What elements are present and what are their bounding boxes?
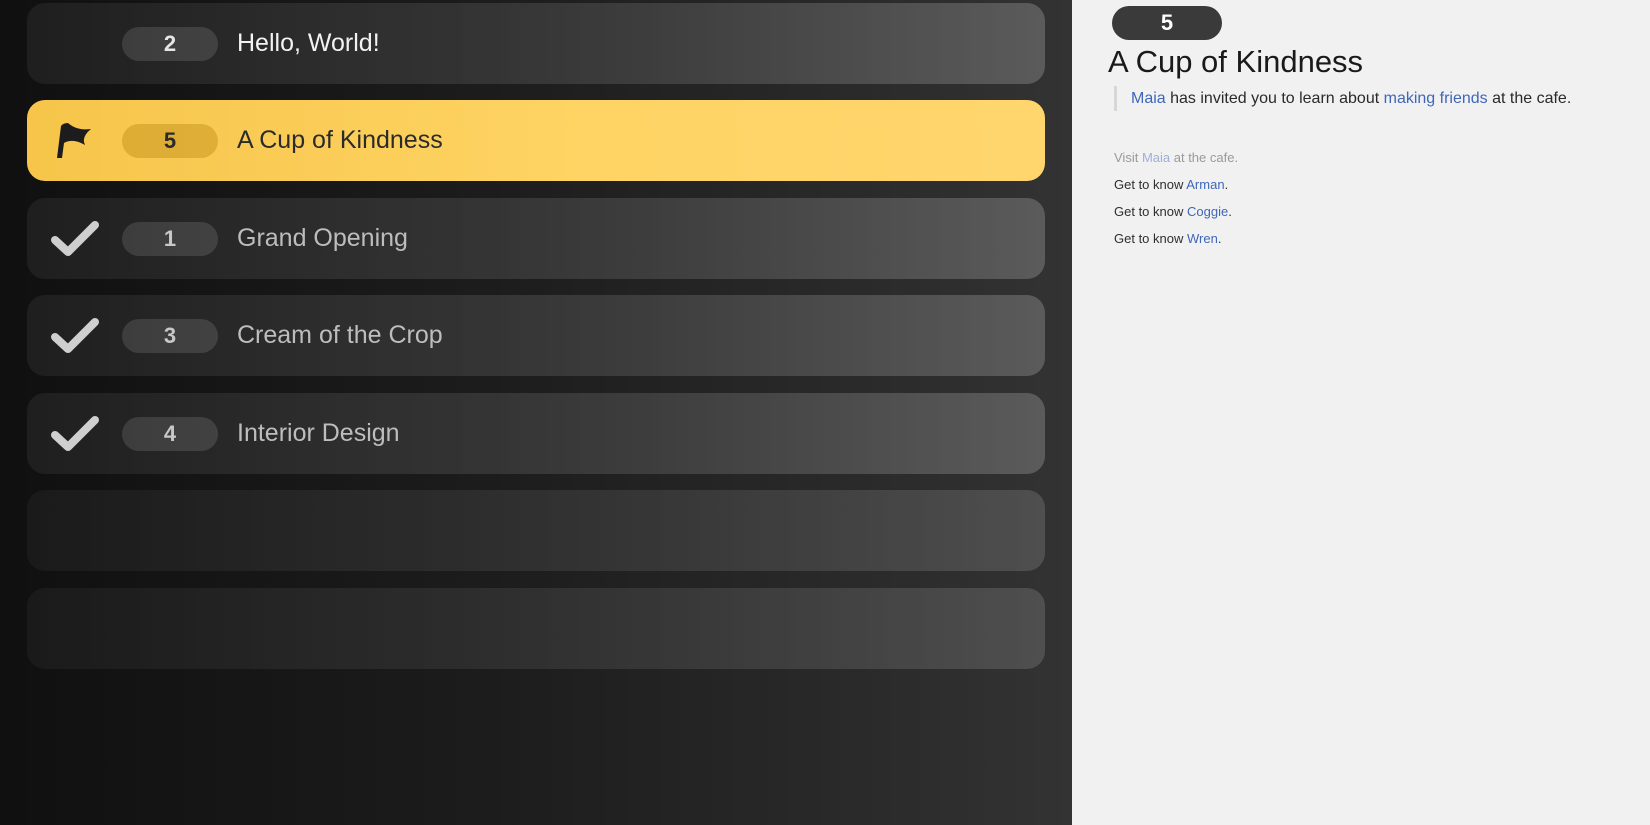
objective-item: Get to know Arman. xyxy=(1114,175,1238,202)
quest-title: A Cup of Kindness xyxy=(237,126,443,154)
quest-title: Cream of the Crop xyxy=(237,321,443,349)
quest-row-interior-design[interactable]: 4 Interior Design xyxy=(27,393,1045,474)
quest-title: Grand Opening xyxy=(237,224,408,252)
checkmark-icon xyxy=(51,219,101,259)
empty-quest-slot xyxy=(27,588,1045,669)
quest-list-panel: 2 Hello, World! 5 A Cup of Kindness 1 Gr… xyxy=(0,0,1072,825)
character-link[interactable]: Wren xyxy=(1187,231,1218,246)
objective-item: Get to know Wren. xyxy=(1114,229,1238,256)
quest-title: Hello, World! xyxy=(237,29,380,57)
empty-quest-slot xyxy=(27,490,1045,571)
character-link[interactable]: Coggie xyxy=(1187,204,1228,219)
quest-row-cream-of-the-crop[interactable]: 3 Cream of the Crop xyxy=(27,295,1045,376)
objective-text: Get to know xyxy=(1114,204,1187,219)
flag-icon xyxy=(51,121,101,161)
quest-number-badge: 5 xyxy=(122,124,218,158)
objective-text: at the cafe. xyxy=(1170,150,1239,165)
objective-text: . xyxy=(1217,231,1222,246)
objective-text: . xyxy=(1228,204,1232,219)
objective-item: Get to know Coggie. xyxy=(1114,202,1238,229)
quest-detail-panel: 5 A Cup of Kindness Maia has invited you… xyxy=(1072,0,1650,825)
quest-title: Interior Design xyxy=(237,419,400,447)
objective-item: Visit Maia at the cafe. xyxy=(1114,148,1238,175)
character-link[interactable]: Maia xyxy=(1142,150,1170,165)
objective-text: Get to know xyxy=(1114,231,1187,246)
quest-row-hello-world[interactable]: 2 Hello, World! xyxy=(27,3,1045,84)
quest-number-badge: 5 xyxy=(1112,6,1222,40)
quest-row-a-cup-of-kindness[interactable]: 5 A Cup of Kindness xyxy=(27,100,1045,181)
topic-link[interactable]: making friends xyxy=(1384,90,1488,107)
objective-text: Visit xyxy=(1114,150,1142,165)
quest-number-badge: 4 xyxy=(122,417,218,451)
quest-number-badge: 2 xyxy=(122,27,218,61)
description-text: has invited you to learn about xyxy=(1165,90,1384,107)
checkmark-icon xyxy=(51,414,101,454)
quest-number-badge: 3 xyxy=(122,319,218,353)
objective-text: Get to know xyxy=(1114,177,1187,192)
quest-row-grand-opening[interactable]: 1 Grand Opening xyxy=(27,198,1045,279)
objective-list: Visit Maia at the cafe. Get to know Arma… xyxy=(1114,148,1238,256)
quest-detail-title: A Cup of Kindness xyxy=(1108,44,1364,79)
description-text: at the cafe. xyxy=(1487,90,1572,107)
checkmark-icon xyxy=(51,316,101,356)
quest-number-badge: 1 xyxy=(122,222,218,256)
character-link[interactable]: Arman xyxy=(1186,177,1224,192)
quest-description: Maia has invited you to learn about maki… xyxy=(1114,86,1614,111)
objective-text: . xyxy=(1224,177,1229,192)
character-link[interactable]: Maia xyxy=(1131,90,1166,107)
